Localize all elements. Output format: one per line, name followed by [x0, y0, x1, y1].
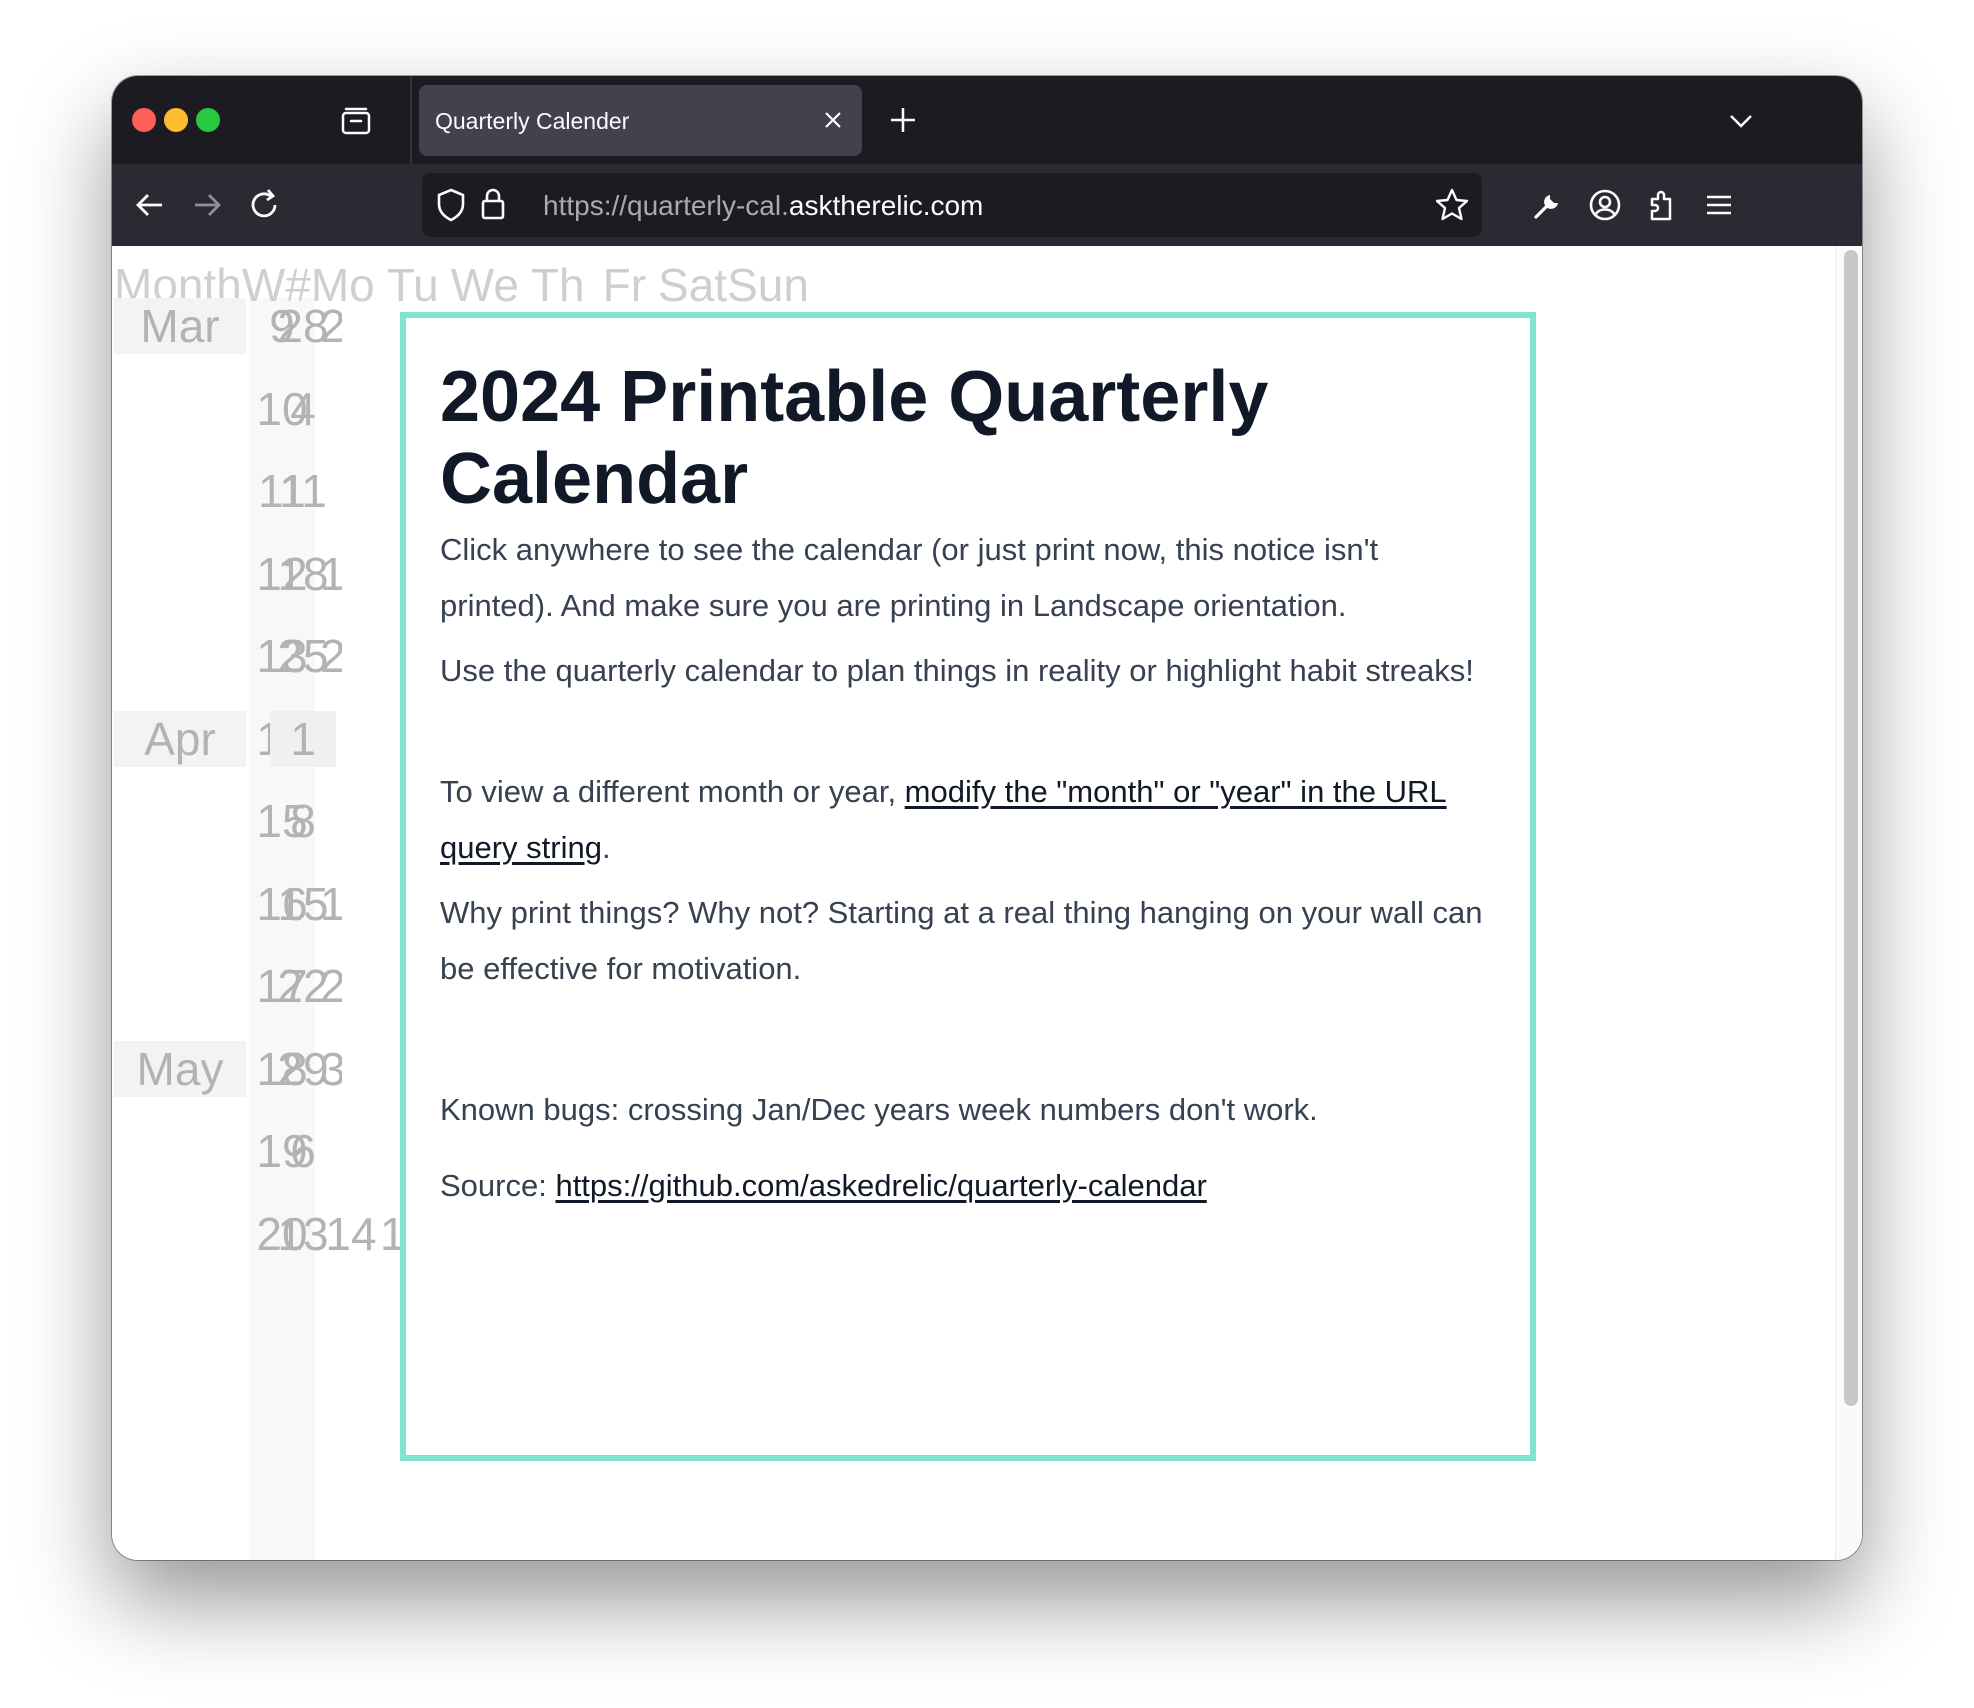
url-text[interactable]: https://quarterly-cal.asktherelic.com [543, 190, 983, 222]
reload-icon[interactable] [246, 187, 282, 223]
month-label: Apr [114, 710, 246, 767]
source-label: Source: [440, 1168, 556, 1203]
notice-title: 2024 Printable Quarterly Calendar [440, 357, 1269, 519]
day-monday: 4 [290, 382, 316, 435]
url-domain: asktherelic.com [788, 190, 984, 221]
url-bar[interactable]: https://quarterly-cal.asktherelic.com [422, 173, 1482, 237]
source-link[interactable]: https://github.com/askedrelic/quarterly-… [555, 1168, 1206, 1203]
day-monday: 8 [290, 795, 316, 847]
url-hint-text: To view a different month or year, [440, 774, 905, 809]
tab-active[interactable]: Quarterly Calender [419, 85, 862, 156]
hamburger-menu-icon[interactable] [1701, 187, 1737, 223]
month-label: Mar [114, 298, 246, 354]
day-tuesday-partial: 2 [320, 630, 342, 682]
browser-window: Quarterly Calender https://quarterly-cal… [112, 76, 1862, 1560]
tab-title: Quarterly Calender [435, 108, 630, 134]
zoom-window-button[interactable] [196, 108, 220, 132]
day-monday: 1 [270, 710, 336, 767]
notice-modal[interactable]: 2024 Printable Quarterly Calendar Click … [400, 312, 1536, 1461]
bookmark-star-icon[interactable] [1434, 187, 1470, 223]
firefox-view-icon[interactable] [338, 104, 374, 140]
notice-paragraph-url: To view a different month or year, modif… [440, 764, 1500, 876]
forward-arrow-icon[interactable] [189, 187, 225, 223]
shield-icon[interactable] [434, 187, 468, 223]
month-label: May [114, 1040, 246, 1097]
close-tab-icon[interactable] [822, 109, 844, 131]
header-thu: Th [530, 259, 585, 311]
back-arrow-icon[interactable] [132, 187, 168, 223]
day-tuesday-partial: 1 [320, 547, 342, 600]
scrollbar-track[interactable] [1835, 246, 1862, 1560]
notice-paragraph-why: Why print things? Why not? Starting at a… [440, 895, 1483, 986]
wrench-icon[interactable] [1530, 187, 1566, 223]
header-fri: Fr [602, 259, 647, 311]
lock-icon[interactable] [480, 186, 506, 222]
notice-source: Source: https://github.com/askedrelic/qu… [440, 1158, 1500, 1214]
url-hint-period: . [601, 830, 611, 865]
notice-known-bugs: Known bugs: crossing Jan/Dec years week … [440, 1092, 1318, 1127]
day-tuesday-partial: 1 [320, 877, 342, 930]
tab-bar: Quarterly Calender [112, 76, 1862, 164]
header-wed: We [450, 259, 519, 311]
day-tuesday-partial: 2 [320, 960, 342, 1012]
url-prefix: https://quarterly-cal. [543, 190, 789, 221]
header-tue: Tu [386, 259, 439, 311]
new-tab-icon[interactable] [888, 105, 918, 135]
header-sun: Sun [727, 259, 809, 311]
day-monday: 11 [279, 465, 327, 517]
nav-bar: https://quarterly-cal.asktherelic.com [112, 164, 1862, 246]
close-window-button[interactable] [132, 108, 156, 132]
header-sat: Sat [658, 259, 728, 311]
minimize-window-button[interactable] [164, 108, 188, 132]
scrollbar-thumb[interactable] [1844, 250, 1858, 1406]
list-all-tabs-icon[interactable] [1726, 106, 1756, 136]
day-tuesday-partial: 3 [320, 1042, 342, 1095]
day-last-row: 14 [325, 1207, 377, 1260]
day-monday: 6 [290, 1125, 316, 1177]
tab-divider [410, 76, 412, 164]
day-tuesday-partial: 2 [320, 300, 342, 352]
notice-paragraph-click: Click anywhere to see the calendar (or j… [440, 532, 1379, 623]
extensions-icon[interactable] [1644, 187, 1680, 223]
notice-paragraph-usage: Use the quarterly calendar to plan thing… [440, 653, 1474, 688]
account-icon[interactable] [1587, 187, 1623, 223]
page-content[interactable]: MonthW#Mo Tu We Th Fr SatSun Mar Apr May 9 28 2 10 4… [112, 246, 1862, 1560]
